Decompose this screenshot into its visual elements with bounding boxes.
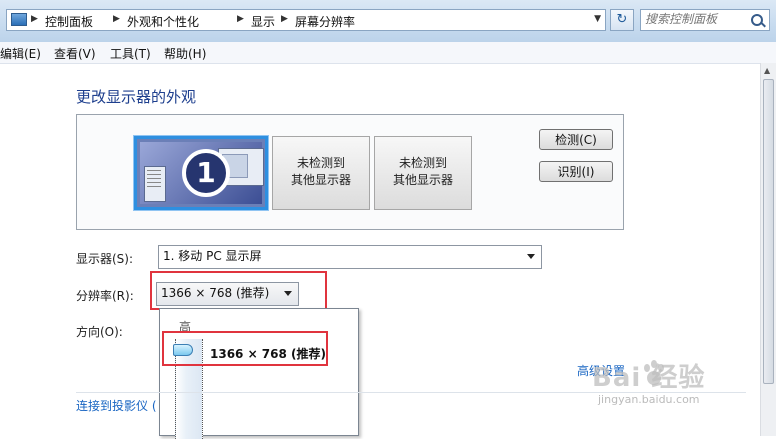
identify-button[interactable]: 识别(I) [539,161,613,182]
display-select-value: 1. 移动 PC 显示屏 [163,249,262,263]
vertical-scrollbar[interactable]: ▲ [760,63,776,436]
monitor-2-undetected[interactable]: 未检测到 其他显示器 [272,136,370,210]
monitor-2-line1: 未检测到 [296,156,345,170]
refresh-icon: ↻ [616,12,628,27]
detect-button[interactable]: 检测(C) [539,129,613,150]
resolution-popup: 高 1366 × 768 (推荐) [159,308,359,439]
search-box[interactable] [640,9,770,31]
breadcrumb-display[interactable]: 显示 [251,13,275,30]
chevron-right-icon[interactable]: ▶ [113,14,120,24]
chevron-right-icon[interactable]: ▶ [281,14,288,24]
monitor-1-screen: 1 [140,142,264,204]
display-select[interactable]: 1. 移动 PC 显示屏 [158,245,542,269]
resolution-label: 分辨率(R): [76,289,134,303]
page-title: 更改显示器的外观 [76,88,197,106]
paw-icon [644,360,664,385]
display-label: 显示器(S): [76,252,134,266]
menu-view[interactable]: 查看(V) [54,45,96,62]
history-dropdown-icon[interactable]: ▼ [594,14,601,24]
menu-edit[interactable]: 编辑(E) [0,45,41,62]
orientation-label: 方向(O): [76,325,123,339]
connect-projector-link[interactable]: 连接到投影仪 ( [76,397,157,414]
chevron-right-icon[interactable]: ▶ [31,14,38,24]
dropdown-arrow-icon [527,254,535,259]
scroll-up-icon[interactable]: ▲ [764,66,770,75]
control-panel-icon [11,13,27,26]
menu-help[interactable]: 帮助(H) [164,45,206,62]
menu-tools[interactable]: 工具(T) [110,45,151,62]
address-toolbar: ▶ 控制面板 ▶ 外观和个性化 ▶ 显示 ▶ 屏幕分辨率 ▼ ↻ [0,0,776,42]
highlight-box-option [162,331,328,366]
address-bar[interactable]: ▶ 控制面板 ▶ 外观和个性化 ▶ 显示 ▶ 屏幕分辨率 ▼ [6,9,606,31]
breadcrumb-appearance[interactable]: 外观和个性化 [127,13,199,30]
window-icon [144,166,166,202]
monitor-1[interactable]: 1 [134,136,268,210]
monitor-number-badge: 1 [182,149,230,197]
monitor-2-line2: 其他显示器 [290,173,351,187]
search-icon[interactable] [751,14,763,26]
refresh-button[interactable]: ↻ [610,9,634,31]
baidu-watermark: Bai 经验 jingyan.baidu.com [586,357,756,417]
breadcrumb-control-panel[interactable]: 控制面板 [45,13,93,30]
chevron-right-icon[interactable]: ▶ [237,14,244,24]
watermark-url: jingyan.baidu.com [598,393,700,406]
menu-bar: 编辑(E) 查看(V) 工具(T) 帮助(H) [0,42,776,64]
monitor-3-line2: 其他显示器 [392,173,453,187]
search-input[interactable] [645,12,745,26]
highlight-box-resolution [150,271,327,310]
monitor-3-undetected[interactable]: 未检测到 其他显示器 [374,136,472,210]
breadcrumb-screen-resolution[interactable]: 屏幕分辨率 [295,13,355,30]
scrollbar-thumb[interactable] [763,79,774,384]
monitor-3-line1: 未检测到 [398,156,447,170]
